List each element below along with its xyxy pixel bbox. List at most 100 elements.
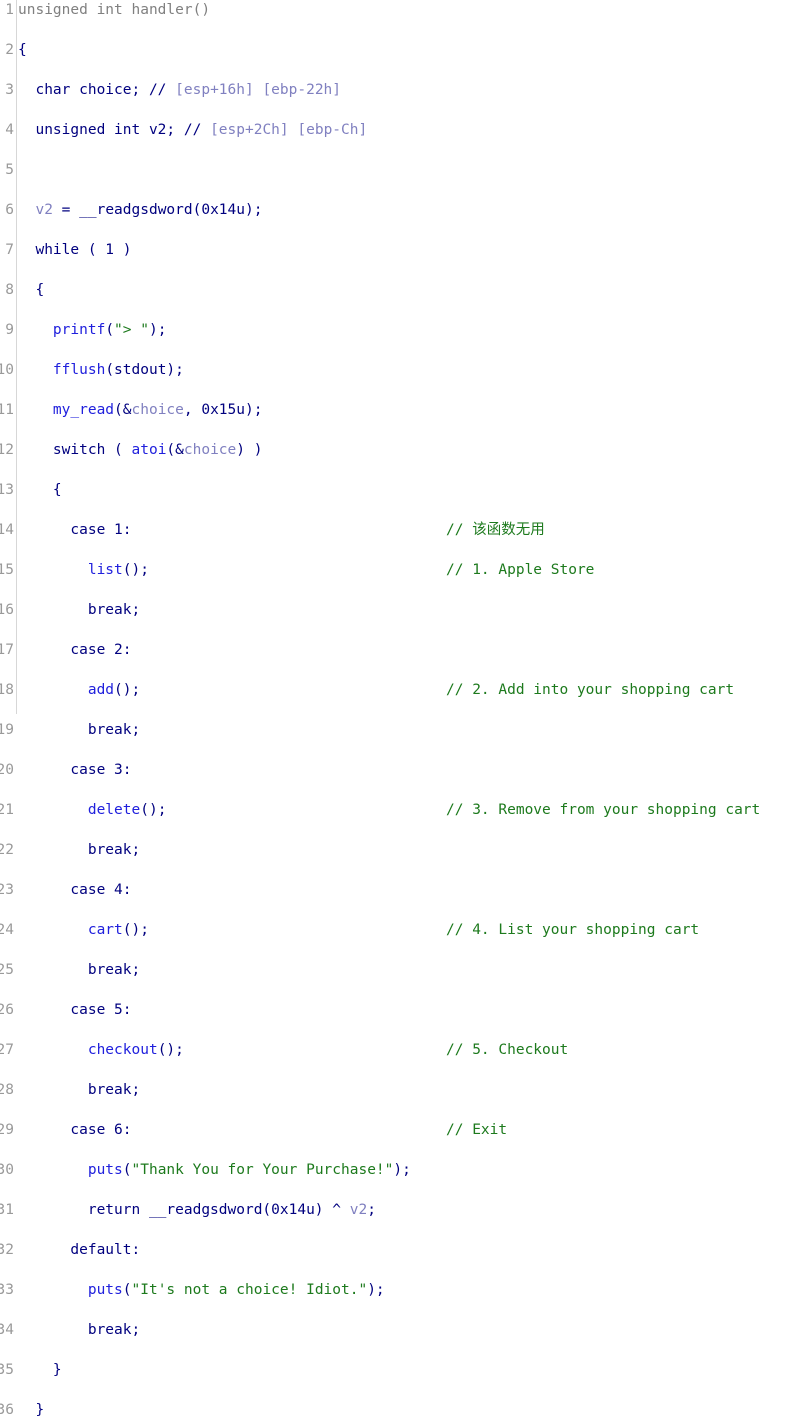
code-text[interactable]: unsigned int v2; // [esp+2Ch] [ebp-Ch] <box>18 120 367 140</box>
code-line[interactable]: 5 <box>0 160 790 180</box>
line-number: 26 <box>0 1002 14 1018</box>
code-line[interactable]: 17 case 2: <box>0 640 790 660</box>
code-line[interactable]: 6 v2 = __readgsdword(0x14u); <box>0 200 790 220</box>
code-text[interactable]: case 5: <box>18 1000 131 1020</box>
code-line[interactable]: 12 switch ( atoi(&choice) ) <box>0 440 790 460</box>
line-number: 24 <box>0 922 14 938</box>
inline-comment[interactable]: // 2. Add into your shopping cart <box>446 680 734 700</box>
code-line[interactable]: 31 return __readgsdword(0x14u) ^ v2; <box>0 1200 790 1220</box>
code-text[interactable]: checkout(); <box>18 1040 184 1060</box>
code-text[interactable]: case 1: <box>18 520 131 540</box>
inline-comment[interactable]: // 4. List your shopping cart <box>446 920 699 940</box>
code-text[interactable]: { <box>18 280 44 300</box>
code-text[interactable]: break; <box>18 720 140 740</box>
code-line[interactable]: 35 } <box>0 1360 790 1380</box>
code-line[interactable]: 7 while ( 1 ) <box>0 240 790 260</box>
inline-comment[interactable]: // 该函数无用 <box>446 520 545 540</box>
inline-comment[interactable]: // Exit <box>446 1120 507 1140</box>
code-line[interactable]: 3 char choice; // [esp+16h] [ebp-22h] <box>0 80 790 100</box>
code-line[interactable]: 8 { <box>0 280 790 300</box>
code-text[interactable]: add(); <box>18 680 140 700</box>
code-text[interactable]: break; <box>18 960 140 980</box>
code-line[interactable]: 15 list(); // 1. Apple Store <box>0 560 790 580</box>
code-line[interactable]: 1 unsigned int handler() <box>0 0 790 20</box>
code-token: break; <box>18 722 141 738</box>
code-line[interactable]: 34 break; <box>0 1320 790 1340</box>
code-line[interactable]: 29 case 6: // Exit <box>0 1120 790 1140</box>
code-line[interactable]: 28 break; <box>0 1080 790 1100</box>
code-text[interactable]: break; <box>18 1320 140 1340</box>
code-text[interactable]: v2 = __readgsdword(0x14u); <box>18 200 262 220</box>
code-text[interactable]: default: <box>18 1240 140 1260</box>
code-text[interactable]: case 6: <box>18 1120 131 1140</box>
code-text[interactable]: cart(); <box>18 920 149 940</box>
code-line[interactable]: 10 fflush(stdout); <box>0 360 790 380</box>
code-text[interactable]: delete(); <box>18 800 167 820</box>
code-line[interactable]: 16 break; <box>0 600 790 620</box>
code-body[interactable]: 1 unsigned int handler() 2{ 3 char choice; … <box>0 0 790 1418</box>
line-number: 12 <box>0 442 14 458</box>
code-line[interactable]: 33 puts("It's not a choice! Idiot."); <box>0 1280 790 1300</box>
code-line[interactable]: 2{ <box>0 40 790 60</box>
code-line[interactable]: 24 cart(); // 4. List your shopping cart <box>0 920 790 940</box>
inline-comment[interactable]: // 3. Remove from your shopping cart <box>446 800 760 820</box>
code-token: ( <box>122 1162 132 1178</box>
code-token: break; <box>18 962 141 978</box>
inline-comment[interactable]: // 5. Checkout <box>446 1040 568 1060</box>
line-number: 34 <box>0 1322 14 1338</box>
code-line[interactable]: 23 case 4: <box>0 880 790 900</box>
code-line[interactable]: 13 { <box>0 480 790 500</box>
code-text[interactable]: return __readgsdword(0x14u) ^ v2; <box>18 1200 376 1220</box>
code-text[interactable]: { <box>18 480 62 500</box>
code-line[interactable]: 36 } <box>0 1400 790 1420</box>
code-text[interactable]: fflush(stdout); <box>18 360 184 380</box>
code-text[interactable]: char choice; // [esp+16h] [ebp-22h] <box>18 80 341 100</box>
code-text[interactable]: break; <box>18 840 140 860</box>
code-text[interactable]: { <box>18 40 27 60</box>
line-number: 11 <box>0 402 14 418</box>
code-token: } <box>18 1402 45 1418</box>
code-line[interactable]: 30 puts("Thank You for Your Purchase!"); <box>0 1160 790 1180</box>
code-line[interactable]: 18 add(); // 2. Add into your shopping ca… <box>0 680 790 700</box>
code-text[interactable]: printf("> "); <box>18 320 167 340</box>
code-text[interactable]: my_read(&choice, 0x15u); <box>18 400 263 420</box>
code-text[interactable]: break; <box>18 1080 140 1100</box>
code-text[interactable]: list(); <box>18 560 149 580</box>
code-text[interactable]: case 4: <box>18 880 131 900</box>
code-text[interactable]: break; <box>18 600 140 620</box>
inline-comment[interactable]: // 1. Apple Store <box>446 560 594 580</box>
code-line[interactable]: 25 break; <box>0 960 790 980</box>
code-token: atoi <box>131 442 167 458</box>
code-line[interactable]: 9 printf("> "); <box>0 320 790 340</box>
code-line[interactable]: 20 case 3: <box>0 760 790 780</box>
pseudocode-view[interactable]: 1 unsigned int handler() 2{ 3 char choice; … <box>0 0 790 1418</box>
code-token: { <box>18 282 45 298</box>
code-line[interactable]: 14 case 1: // 该函数无用 <box>0 520 790 540</box>
code-text[interactable]: case 2: <box>18 640 131 660</box>
code-line[interactable]: 4 unsigned int v2; // [esp+2Ch] [ebp-Ch] <box>0 120 790 140</box>
code-text[interactable]: case 3: <box>18 760 131 780</box>
code-token: break; <box>18 1082 141 1098</box>
code-text[interactable]: } <box>18 1360 62 1380</box>
code-token: unsigned int handler() <box>18 2 211 18</box>
code-token: fflush <box>52 362 106 378</box>
code-line[interactable]: 19 break; <box>0 720 790 740</box>
code-token: (); <box>157 1042 184 1058</box>
code-token: (); <box>122 562 149 578</box>
code-line[interactable]: 27 checkout(); // 5. Checkout <box>0 1040 790 1060</box>
code-line[interactable]: 26 case 5: <box>0 1000 790 1020</box>
code-text[interactable]: puts("It's not a choice! Idiot."); <box>18 1280 385 1300</box>
code-text[interactable]: switch ( atoi(&choice) ) <box>18 440 263 460</box>
code-token: (); <box>114 682 141 698</box>
code-text[interactable]: } <box>18 1400 44 1420</box>
code-line[interactable]: 11 my_read(&choice, 0x15u); <box>0 400 790 420</box>
code-text[interactable]: while ( 1 ) <box>18 240 131 260</box>
code-text[interactable]: puts("Thank You for Your Purchase!"); <box>18 1160 411 1180</box>
code-line[interactable]: 22 break; <box>0 840 790 860</box>
code-text[interactable]: unsigned int handler() <box>18 0 210 20</box>
code-line[interactable]: 21 delete(); // 3. Remove from your shopp… <box>0 800 790 820</box>
code-line[interactable]: 32 default: <box>0 1240 790 1260</box>
line-number: 9 <box>5 322 14 338</box>
